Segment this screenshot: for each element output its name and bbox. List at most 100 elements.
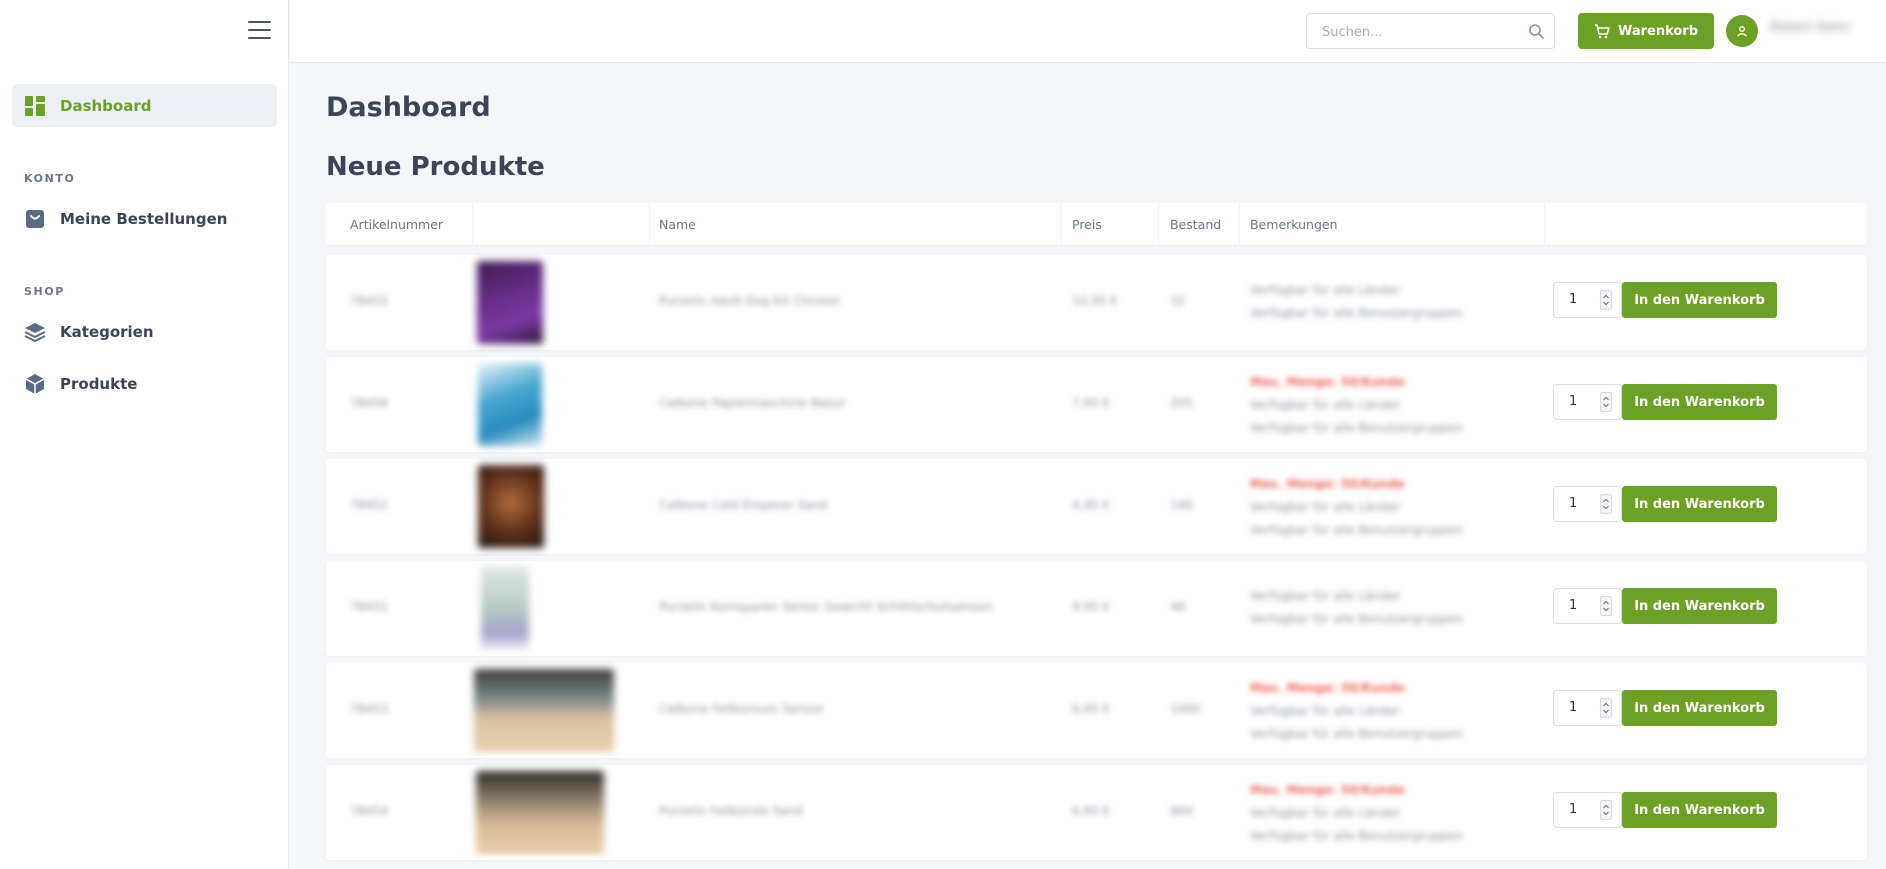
remark-line: Verfügbar für alle Länder	[1250, 398, 1401, 412]
product-stock: 140	[1170, 498, 1193, 512]
sidebar-item-label: Dashboard	[60, 96, 152, 115]
product-price: 6,95 €	[1072, 702, 1111, 716]
sidebar-item-label: Meine Bestellungen	[60, 209, 228, 228]
product-sku: 78456	[350, 396, 389, 410]
product-stock: 1000	[1170, 702, 1201, 716]
remark-line: Verfügbar für alle Länder	[1250, 283, 1401, 297]
product-stock: 32	[1170, 294, 1186, 308]
product-sku: 78455	[350, 294, 389, 308]
product-image[interactable]	[478, 363, 542, 446]
quantity-stepper[interactable]: 1	[1553, 792, 1622, 828]
search-icon[interactable]	[1528, 23, 1544, 43]
username[interactable]: Robert Kahn	[1770, 20, 1850, 35]
product-name[interactable]: Calbone Fellbüroum Sensor	[659, 702, 824, 716]
product-sku: 78451	[350, 498, 389, 512]
avatar[interactable]	[1726, 15, 1758, 47]
add-to-cart-button[interactable]: In den Warenkorb	[1622, 792, 1777, 828]
sidebar-item-label: Produkte	[60, 374, 138, 393]
table-row: 78452 Purzelin Kornsparen Senior Gewicht…	[326, 561, 1867, 656]
product-image[interactable]	[478, 465, 544, 548]
stepper-arrows-icon[interactable]	[1600, 800, 1612, 820]
stepper-arrows-icon[interactable]	[1600, 698, 1612, 718]
product-image[interactable]	[474, 669, 614, 752]
table-row: 78454 Purzelin Fellbürste Sand 6,95 € 96…	[326, 765, 1867, 860]
quantity-value[interactable]: 1	[1569, 598, 1577, 613]
sidebar: Dashboard KONTO Meine Bestellungen SHOP …	[0, 0, 289, 869]
table-row: 78451 Calbone Cold Emperor Sand 4,95 € 1…	[326, 459, 1867, 554]
remark-line: Verfügbar für alle Länder	[1250, 704, 1401, 718]
table-row: 78456 Calbone Papiermaschine Nasur 7,95 …	[326, 357, 1867, 452]
column-header-name: Name	[659, 217, 696, 232]
table-header: Artikelnummer Name Preis Bestand Bemerku…	[326, 203, 1867, 246]
sidebar-item-products[interactable]: Produkte	[12, 362, 277, 405]
quantity-value[interactable]: 1	[1569, 496, 1577, 511]
remark-line: Verfügbar für alle Länder	[1250, 806, 1401, 820]
quantity-stepper[interactable]: 1	[1553, 282, 1622, 318]
stepper-arrows-icon[interactable]	[1600, 596, 1612, 616]
quantity-value[interactable]: 1	[1569, 292, 1577, 307]
add-to-cart-button[interactable]: In den Warenkorb	[1622, 282, 1777, 318]
table-row: 78455 Purzelin Adult Dog 6X Chicken 10,9…	[326, 255, 1867, 350]
section-title: Neue Produkte	[326, 152, 545, 182]
column-divider	[1544, 203, 1545, 246]
sidebar-item-dashboard[interactable]: Dashboard	[12, 84, 277, 127]
product-price: 6,95 €	[1072, 804, 1111, 818]
product-image[interactable]	[481, 567, 529, 650]
hamburger-icon[interactable]	[248, 21, 271, 40]
product-name[interactable]: Purzelin Kornsparen Senior Gewicht Schli…	[659, 600, 993, 614]
remark-warning: Max. Menge: 50/Kunde	[1250, 477, 1405, 491]
table-row: 78453 Calbone Fellbüroum Sensor 6,95 € 1…	[326, 663, 1867, 758]
quantity-stepper[interactable]: 1	[1553, 690, 1622, 726]
add-to-cart-button[interactable]: In den Warenkorb	[1622, 588, 1777, 624]
sidebar-item-orders[interactable]: Meine Bestellungen	[12, 197, 277, 240]
quantity-value[interactable]: 1	[1569, 700, 1577, 715]
product-stock: 960	[1170, 804, 1193, 818]
product-sku: 78452	[350, 600, 389, 614]
remark-line: Verfügbar für alle Benutzergruppen	[1250, 727, 1463, 741]
stepper-arrows-icon[interactable]	[1600, 290, 1612, 310]
product-remarks: Max. Menge: 50/Kunde Verfügbar für alle …	[1250, 473, 1463, 542]
box-icon	[24, 373, 46, 395]
add-to-cart-button[interactable]: In den Warenkorb	[1622, 486, 1777, 522]
product-name[interactable]: Calbone Cold Emperor Sand	[659, 498, 828, 512]
remark-warning: Max. Menge: 50/Kunde	[1250, 375, 1405, 389]
add-to-cart-button[interactable]: In den Warenkorb	[1622, 384, 1777, 420]
layers-icon	[24, 321, 46, 343]
product-stock: 48	[1170, 600, 1186, 614]
column-divider	[1239, 203, 1240, 246]
stepper-arrows-icon[interactable]	[1600, 494, 1612, 514]
product-stock: 205	[1170, 396, 1193, 410]
stepper-arrows-icon[interactable]	[1600, 392, 1612, 412]
column-header-price: Preis	[1072, 217, 1102, 232]
column-header-sku: Artikelnummer	[350, 217, 444, 232]
product-price: 4,95 €	[1072, 498, 1111, 512]
remark-line: Verfügbar für alle Benutzergruppen	[1250, 612, 1463, 626]
search-box[interactable]	[1306, 13, 1555, 50]
product-image[interactable]	[477, 261, 543, 344]
sidebar-item-categories[interactable]: Kategorien	[12, 310, 277, 353]
product-name[interactable]: Calbone Papiermaschine Nasur	[659, 396, 846, 410]
product-name[interactable]: Purzelin Adult Dog 6X Chicken	[659, 294, 841, 308]
quantity-stepper[interactable]: 1	[1553, 486, 1622, 522]
quantity-value[interactable]: 1	[1569, 802, 1577, 817]
product-name[interactable]: Purzelin Fellbürste Sand	[659, 804, 803, 818]
cart-icon	[1594, 23, 1610, 39]
product-sku: 78454	[350, 804, 389, 818]
user-icon	[1736, 22, 1748, 41]
product-image[interactable]	[476, 771, 604, 854]
cart-button[interactable]: Warenkorb	[1578, 13, 1714, 49]
remark-line: Verfügbar für alle Länder	[1250, 589, 1401, 603]
section-title-shop: SHOP	[24, 285, 65, 298]
product-remarks: Verfügbar für alle Länder Verfügbar für …	[1250, 585, 1463, 631]
section-title-konto: KONTO	[24, 172, 76, 185]
quantity-stepper[interactable]: 1	[1553, 384, 1622, 420]
column-header-remarks: Bemerkungen	[1250, 217, 1338, 232]
add-to-cart-button[interactable]: In den Warenkorb	[1622, 690, 1777, 726]
cart-button-label: Warenkorb	[1617, 23, 1699, 39]
page-title: Dashboard	[326, 92, 491, 123]
quantity-value[interactable]: 1	[1569, 394, 1577, 409]
remark-line: Verfügbar für alle Benutzergruppen	[1250, 829, 1463, 843]
remark-warning: Max. Menge: 50/Kunde	[1250, 681, 1405, 695]
quantity-stepper[interactable]: 1	[1553, 588, 1622, 624]
search-input[interactable]	[1307, 14, 1524, 50]
